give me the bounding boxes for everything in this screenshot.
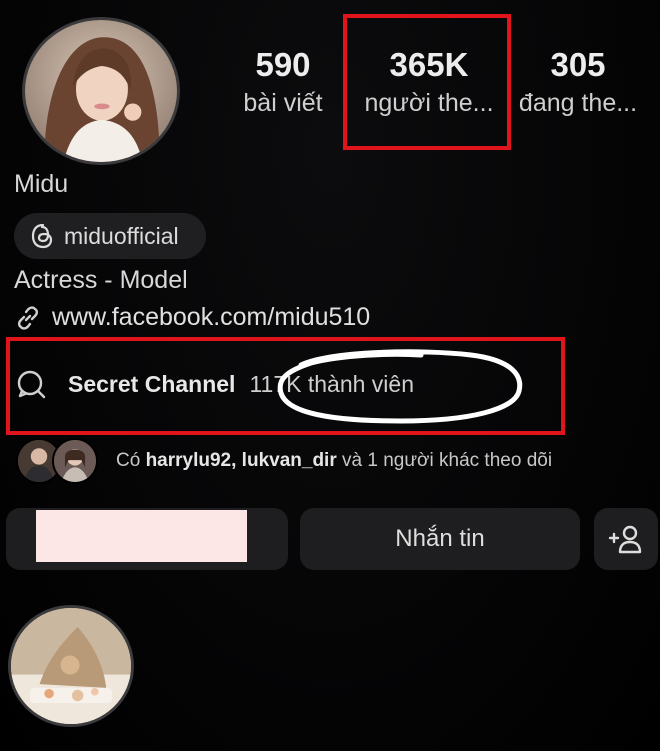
posts-count: 590	[255, 46, 311, 83]
message-button-label: Nhắn tin	[395, 525, 485, 552]
channel-highlight-box	[6, 337, 565, 435]
following-stat[interactable]: 305 đang the...	[512, 45, 644, 121]
threads-badge[interactable]: miduofficial	[14, 213, 206, 259]
mutual-prefix: Có	[116, 450, 141, 471]
mutual-suffix: và 1 người khác theo dõi	[342, 450, 553, 471]
mutual-followers-row[interactable]: Có harrylu92, lukvan_dir và 1 người khác…	[16, 436, 552, 486]
redacted-label-block	[36, 510, 247, 562]
profile-avatar[interactable]	[22, 17, 180, 165]
mutual-followers-text: Có harrylu92, lukvan_dir và 1 người khác…	[116, 450, 552, 472]
posts-label: bài viết	[243, 89, 323, 117]
posts-stat[interactable]: 590 bài viết	[232, 45, 334, 121]
threads-icon	[31, 223, 53, 249]
add-person-icon	[608, 525, 642, 554]
message-button[interactable]: Nhắn tin	[300, 508, 580, 570]
profile-bio: Actress - Model	[14, 266, 188, 294]
instagram-profile-screen: 590 bài viết 365K người the... 305 đang …	[0, 0, 660, 751]
profile-link[interactable]: www.facebook.com/midu510	[14, 303, 370, 332]
add-person-button[interactable]	[594, 508, 658, 570]
display-name: Midu	[14, 170, 69, 198]
mutual-avatar	[52, 438, 98, 484]
followers-highlight-box	[343, 14, 511, 150]
profile-link-text: www.facebook.com/midu510	[52, 303, 371, 331]
threads-handle: miduofficial	[64, 222, 179, 249]
following-count: 305	[550, 46, 606, 83]
link-icon	[17, 305, 39, 330]
mutual-avatars	[16, 438, 104, 484]
following-label: đang the...	[518, 89, 638, 117]
story-highlight[interactable]	[8, 605, 134, 727]
mutual-usernames[interactable]: harrylu92, lukvan_dir	[146, 450, 337, 471]
